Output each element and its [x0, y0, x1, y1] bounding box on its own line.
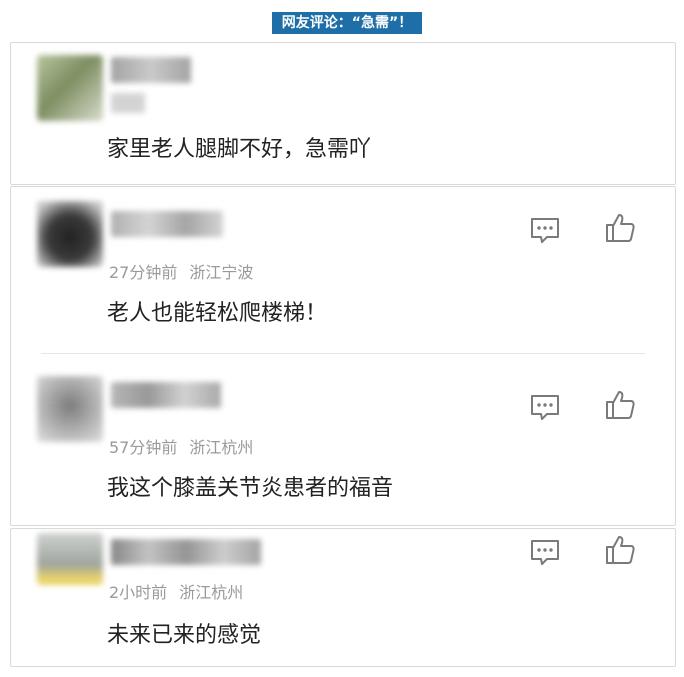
comment-item: 2小时前 浙江杭州 未来已来的感觉: [11, 529, 675, 666]
comment-item: 27分钟前 浙江宁波 老人也能轻松爬楼梯！: [11, 187, 675, 353]
avatar[interactable]: [37, 55, 103, 121]
comment-meta: 57分钟前 浙江杭州: [109, 434, 253, 458]
comment-location: 浙江杭州: [179, 583, 244, 602]
comment-card: 家里老人腿脚不好，急需吖: [10, 42, 676, 185]
avatar[interactable]: [37, 201, 103, 267]
comment-text: 老人也能轻松爬楼梯！: [107, 301, 328, 326]
thumbs-up-icon[interactable]: [603, 533, 637, 567]
blurred-meta: [111, 93, 145, 113]
comment-card: 2小时前 浙江杭州 未来已来的感觉: [10, 528, 676, 667]
blurred-username[interactable]: [111, 382, 221, 408]
thumbs-up-icon[interactable]: [603, 211, 637, 245]
comment-location: 浙江杭州: [189, 438, 254, 457]
comment-time: 2小时前: [109, 583, 168, 602]
comment-time: 57分钟前: [109, 438, 178, 457]
comment-location: 浙江宁波: [189, 263, 254, 282]
avatar[interactable]: [37, 533, 103, 585]
thumbs-up-icon[interactable]: [603, 388, 637, 422]
comment-item: 家里老人腿脚不好，急需吖: [11, 43, 675, 184]
avatar[interactable]: [37, 376, 103, 442]
comment-meta: 2小时前 浙江杭州: [109, 579, 243, 603]
comment-text: 我这个膝盖关节炎患者的福音: [107, 476, 394, 501]
comment-item: 57分钟前 浙江杭州 我这个膝盖关节炎患者的福音: [11, 354, 675, 525]
blurred-username[interactable]: [111, 57, 191, 83]
comment-meta: 27分钟前 浙江宁波: [109, 259, 253, 283]
comment-card: 27分钟前 浙江宁波 老人也能轻松爬楼梯！ 57分钟前 浙江杭州 我这个膝盖关节炎患…: [10, 186, 676, 526]
blurred-username[interactable]: [111, 211, 223, 237]
comment-text: 家里老人腿脚不好，急需吖: [107, 137, 372, 162]
comment-text: 未来已来的感觉: [107, 623, 262, 648]
comment-time: 27分钟前: [109, 263, 178, 282]
comment-bubble-icon[interactable]: [528, 390, 562, 424]
comment-bubble-icon[interactable]: [528, 535, 562, 569]
blurred-username[interactable]: [111, 539, 261, 565]
page-banner-title: 网友评论：“急需”！: [272, 12, 422, 34]
comment-bubble-icon[interactable]: [528, 213, 562, 247]
